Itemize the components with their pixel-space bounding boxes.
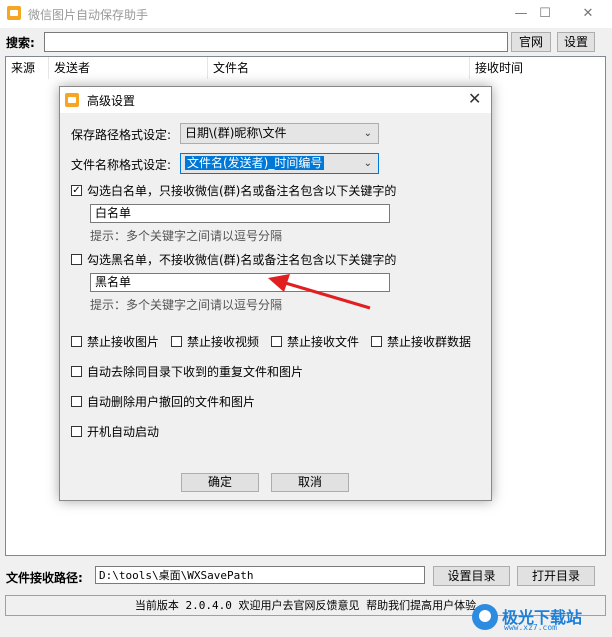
cancel-button[interactable]: 取消 <box>271 473 349 492</box>
save-path-label: 文件接收路径: <box>6 571 83 585</box>
blacklist-hint: 提示：多个关键字之间请以逗号分隔 <box>90 298 283 312</box>
name-format-label: 文件名称格式设定: <box>71 158 172 172</box>
app-icon <box>7 6 21 20</box>
column-header-received-time[interactable]: 接收时间 <box>470 57 605 79</box>
annotation-arrow-head <box>268 274 290 292</box>
search-label: 搜索: <box>6 36 35 50</box>
path-format-label: 保存路径格式设定: <box>71 128 172 142</box>
no-group-checkbox[interactable] <box>371 336 382 347</box>
dialog-app-icon <box>65 93 79 107</box>
chevron-down-icon: ⌄ <box>363 128 372 139</box>
watermark-logo-icon <box>472 604 498 630</box>
auto-delete-label[interactable]: 自动删除用户撤回的文件和图片 <box>87 393 255 410</box>
whitelist-hint: 提示：多个关键字之间请以逗号分隔 <box>90 229 283 243</box>
auto-delete-checkbox[interactable] <box>71 396 82 407</box>
close-button[interactable]: ✕ <box>570 0 606 28</box>
no-files-label[interactable]: 禁止接收文件 <box>287 333 359 350</box>
no-videos-checkbox[interactable] <box>171 336 182 347</box>
official-site-button[interactable]: 官网 <box>511 32 551 52</box>
dialog-close-icon[interactable]: ✕ <box>468 89 481 108</box>
title-bar: 微信图片自动保存助手 — ☐ ✕ <box>0 0 612 28</box>
blacklist-checkbox[interactable] <box>71 254 82 265</box>
column-header-source[interactable]: 来源 <box>6 57 48 79</box>
dedupe-checkbox[interactable] <box>71 366 82 377</box>
chevron-down-icon: ⌄ <box>363 158 372 169</box>
search-input[interactable] <box>44 32 508 52</box>
watermark: 极光下载站 www.xz7.com <box>472 602 602 632</box>
no-files-checkbox[interactable] <box>271 336 282 347</box>
dialog-title-bar: 高级设置 ✕ <box>60 87 491 113</box>
name-format-value: 文件名(发送者)_时间编号 <box>185 156 325 170</box>
path-format-value: 日期\(群)昵称\文件 <box>185 126 287 140</box>
annotation-arrow-shaft <box>281 280 371 310</box>
dedupe-label[interactable]: 自动去除同目录下收到的重复文件和图片 <box>87 363 303 380</box>
column-header-filename[interactable]: 文件名 <box>208 57 469 79</box>
autostart-checkbox[interactable] <box>71 426 82 437</box>
maximize-button[interactable]: ☐ <box>527 0 563 28</box>
ok-button[interactable]: 确定 <box>181 473 259 492</box>
autostart-label[interactable]: 开机自动启动 <box>87 423 159 440</box>
no-images-label[interactable]: 禁止接收图片 <box>87 333 159 350</box>
blacklist-checkbox-label[interactable]: 勾选黑名单，不接收微信(群)名或备注名包含以下关键字的 <box>87 251 396 268</box>
column-header-sender[interactable]: 发送者 <box>49 57 207 79</box>
window-title: 微信图片自动保存助手 <box>28 8 149 22</box>
no-images-checkbox[interactable] <box>71 336 82 347</box>
whitelist-checkbox-label[interactable]: 勾选白名单，只接收微信(群)名或备注名包含以下关键字的 <box>87 182 396 199</box>
settings-button[interactable]: 设置 <box>557 32 595 52</box>
annotation-arrow-icon <box>268 274 371 310</box>
save-path-input[interactable]: D:\tools\桌面\WXSavePath <box>95 566 425 584</box>
no-group-label[interactable]: 禁止接收群数据 <box>387 333 471 350</box>
path-format-select[interactable]: 日期\(群)昵称\文件 ⌄ <box>180 123 379 144</box>
no-videos-label[interactable]: 禁止接收视频 <box>187 333 259 350</box>
dialog-title: 高级设置 <box>87 94 136 108</box>
whitelist-input[interactable]: 白名单 <box>90 204 390 223</box>
whitelist-checkbox[interactable]: ✓ <box>71 185 82 196</box>
name-format-select[interactable]: 文件名(发送者)_时间编号 ⌄ <box>180 153 379 174</box>
watermark-url: www.xz7.com <box>504 623 557 632</box>
open-directory-button[interactable]: 打开目录 <box>517 566 595 586</box>
set-directory-button[interactable]: 设置目录 <box>433 566 510 586</box>
